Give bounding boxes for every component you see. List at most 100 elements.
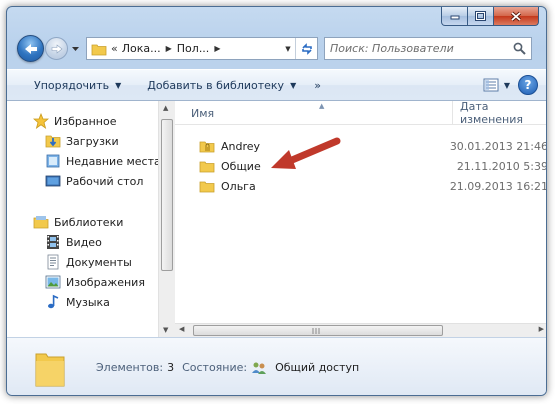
nav-item-label: Документы xyxy=(66,255,132,269)
help-button[interactable]: ? xyxy=(518,75,538,95)
more-commands-button[interactable]: » xyxy=(307,73,328,97)
file-row[interactable]: Andrey 30.01.2013 21:46 xyxy=(175,136,547,156)
details-view-icon xyxy=(483,78,499,92)
scroll-left-icon[interactable]: ◀ xyxy=(179,325,184,333)
nav-item-music[interactable]: Музыка xyxy=(7,292,158,312)
breadcrumb-local[interactable]: Лока... xyxy=(122,42,161,55)
scrollbar-thumb[interactable] xyxy=(193,325,443,336)
folder-locked-icon xyxy=(199,139,215,153)
file-row[interactable]: Общие 21.11.2010 5:39 xyxy=(175,156,547,176)
scroll-up-icon[interactable]: ▲ xyxy=(163,104,168,112)
maximize-button[interactable] xyxy=(468,7,494,26)
minimize-button[interactable] xyxy=(441,7,468,26)
search-box[interactable] xyxy=(324,37,532,60)
breadcrumb-arrow-icon[interactable]: ▶ xyxy=(214,44,220,53)
documents-icon xyxy=(45,254,61,270)
nav-libraries-label: Библиотеки xyxy=(54,215,124,229)
folder-icon xyxy=(91,44,107,55)
nav-item-documents[interactable]: Документы xyxy=(7,252,158,272)
folder-icon xyxy=(199,159,215,173)
video-icon xyxy=(45,234,61,250)
close-icon xyxy=(510,11,522,21)
help-icon: ? xyxy=(524,78,532,92)
nav-item-label: Музыка xyxy=(66,295,110,309)
nav-favorites-header[interactable]: Избранное xyxy=(7,111,158,131)
scroll-right-icon[interactable]: ▶ xyxy=(539,325,544,333)
file-name: Ольга xyxy=(221,179,256,193)
caption-buttons xyxy=(441,7,539,27)
annotation-arrow-icon xyxy=(271,137,341,169)
chevron-down-icon: ▼ xyxy=(503,80,510,90)
column-name-header[interactable]: ▲ Имя xyxy=(175,101,453,125)
items-count-value: 3 xyxy=(167,361,175,374)
file-date: 21.11.2010 5:39 xyxy=(456,159,547,173)
nav-item-recent-places[interactable]: Недавние места xyxy=(7,151,158,171)
pictures-icon xyxy=(45,274,61,290)
arrow-right-icon xyxy=(51,43,62,54)
state-value: Общий доступ xyxy=(275,361,360,374)
column-date-header[interactable]: Дата изменения xyxy=(453,100,546,126)
libraries-icon xyxy=(33,214,49,230)
nav-item-label: Видео xyxy=(66,235,102,249)
file-date: 21.09.2013 16:21 xyxy=(449,179,547,193)
file-rows: Andrey 30.01.2013 21:46 Общие 21.11.2010… xyxy=(175,136,547,196)
nav-item-pictures[interactable]: Изображения xyxy=(7,272,158,292)
navigation-pane-scrollbar[interactable]: ▲ ▼ xyxy=(158,101,175,337)
column-header-row: ▲ Имя Дата изменения xyxy=(175,100,546,126)
close-button[interactable] xyxy=(494,7,539,26)
arrow-left-icon xyxy=(24,43,37,54)
navigation-bar: « Лока... ▶ Пол... ▶ ▼ xyxy=(7,33,546,63)
toolbar-right: ▼ ? xyxy=(483,70,546,100)
nav-item-label: Рабочий стол xyxy=(66,174,144,188)
items-count-label: Элементов: xyxy=(96,361,164,374)
sort-ascending-icon: ▲ xyxy=(319,102,325,110)
nav-item-label: Изображения xyxy=(66,275,145,289)
folder-icon xyxy=(199,179,215,193)
change-view-button[interactable]: ▼ xyxy=(483,78,510,92)
breadcrumb-arrow-icon[interactable]: ▶ xyxy=(166,44,172,53)
nav-item-desktop[interactable]: Рабочий стол xyxy=(7,171,158,191)
forward-button[interactable] xyxy=(45,37,68,60)
search-icon[interactable] xyxy=(513,42,526,55)
file-name: Общие xyxy=(221,159,261,173)
column-date-label: Дата изменения xyxy=(460,100,523,126)
folder-large-icon xyxy=(35,353,65,386)
breadcrumb-users[interactable]: Пол... xyxy=(177,42,210,55)
column-name-label: Имя xyxy=(191,106,215,120)
nav-item-label: Загрузки xyxy=(66,134,119,148)
organize-label: Упорядочить xyxy=(34,78,110,92)
explorer-window: « Лока... ▶ Пол... ▶ ▼ Упорядочить ▼ Доб… xyxy=(6,6,547,396)
address-dropdown-icon[interactable]: ▼ xyxy=(281,38,295,59)
add-to-library-label: Добавить в библиотеку xyxy=(147,78,285,92)
address-bar[interactable]: « Лока... ▶ Пол... ▶ ▼ xyxy=(86,37,318,60)
nav-favorites-label: Избранное xyxy=(54,114,117,128)
chevron-down-icon: ▼ xyxy=(115,80,122,90)
file-date: 30.01.2013 21:46 xyxy=(449,139,547,153)
file-row[interactable]: Ольга 21.09.2013 16:21 xyxy=(175,176,547,196)
command-bar: Упорядочить ▼ Добавить в библиотеку ▼ » … xyxy=(7,69,546,101)
refresh-button[interactable] xyxy=(295,38,317,59)
downloads-icon xyxy=(45,133,61,149)
recent-places-icon xyxy=(45,153,61,169)
recent-pages-icon[interactable] xyxy=(71,44,80,53)
nav-item-downloads[interactable]: Загрузки xyxy=(7,131,158,151)
shared-users-icon xyxy=(251,361,267,375)
add-to-library-button[interactable]: Добавить в библиотеку ▼ xyxy=(140,73,303,97)
grip-icon xyxy=(312,328,320,334)
scroll-down-icon[interactable]: ▼ xyxy=(163,326,168,334)
file-list-horizontal-scrollbar[interactable]: ◀ ▶ xyxy=(175,323,546,337)
search-input[interactable] xyxy=(330,42,505,55)
desktop-icon xyxy=(45,173,61,189)
back-button[interactable] xyxy=(17,35,44,62)
scrollbar-thumb[interactable] xyxy=(161,119,173,271)
organize-button[interactable]: Упорядочить ▼ xyxy=(27,73,128,97)
music-icon xyxy=(45,294,61,310)
navigation-pane: Избранное Загрузки Недавние места Рабочи… xyxy=(7,101,158,337)
overflow-crumbs[interactable]: « xyxy=(111,42,118,55)
nav-item-video[interactable]: Видео xyxy=(7,232,158,252)
more-commands-label: » xyxy=(314,78,321,92)
chevron-down-icon: ▼ xyxy=(290,80,297,90)
star-icon xyxy=(33,113,49,129)
details-pane: Элементов: 3 Состояние: Общий доступ xyxy=(7,337,546,395)
nav-libraries-header[interactable]: Библиотеки xyxy=(7,212,158,232)
